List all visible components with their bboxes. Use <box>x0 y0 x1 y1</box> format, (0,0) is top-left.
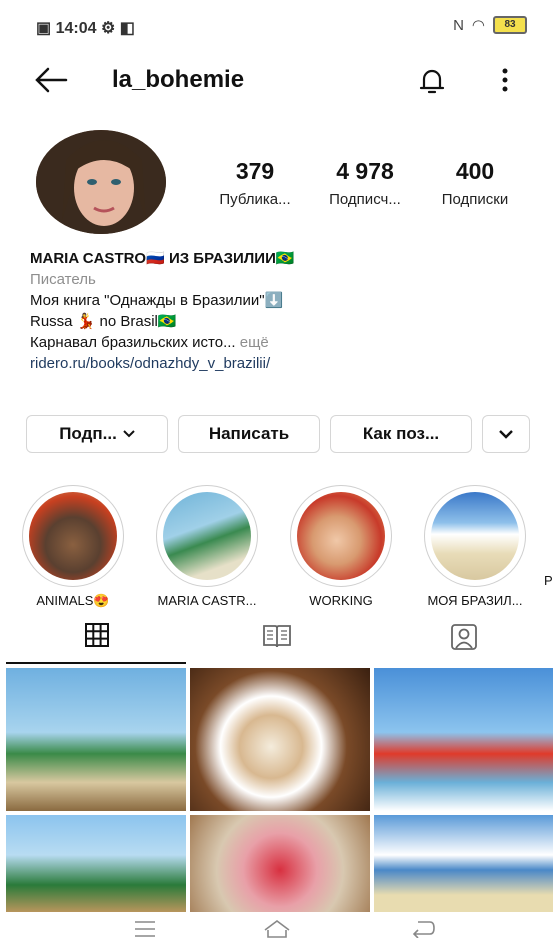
post-thumbnail[interactable] <box>6 668 186 811</box>
screenshot-icon: ▣ <box>36 20 52 37</box>
arrow-left-icon <box>35 67 68 93</box>
post-thumbnail[interactable] <box>190 815 370 915</box>
message-button[interactable]: Написать <box>178 415 320 453</box>
grid-icon <box>85 623 109 647</box>
system-nav-bar <box>0 912 553 946</box>
profile-username: la_bohemie <box>112 66 245 93</box>
highlight-item[interactable]: WORKING <box>286 485 396 608</box>
profile-category: Писатель <box>30 271 96 288</box>
highlight-cover <box>297 492 385 580</box>
person-tag-icon <box>451 624 477 650</box>
back-button[interactable] <box>34 66 68 99</box>
highlight-cover <box>163 492 251 580</box>
chevron-down-icon <box>123 430 135 438</box>
tab-tagged[interactable] <box>449 622 479 652</box>
bio-line: Russa 💃 no Brasil🇧🇷 <box>30 313 177 330</box>
home-icon[interactable] <box>262 918 292 940</box>
battery-icon: 83 <box>493 16 527 34</box>
highlight-item[interactable]: ANIMALS😍 <box>18 485 128 609</box>
following-stat[interactable]: 400 Подписки <box>420 158 530 208</box>
posts-stat[interactable]: 379 Публика... <box>200 158 310 208</box>
contact-button[interactable]: Как поз... <box>330 415 472 453</box>
status-bar: ▣ 14:04 ⚙ ◧ N ◠ 83 <box>0 0 553 56</box>
notifications-button[interactable] <box>415 64 449 103</box>
post-thumbnail[interactable] <box>374 815 553 915</box>
back-nav-icon[interactable] <box>410 918 436 938</box>
following-button[interactable]: Подп... <box>26 415 168 453</box>
bell-icon <box>419 69 445 94</box>
profile-avatar[interactable] <box>36 130 166 234</box>
highlight-cover <box>29 492 117 580</box>
nfc-icon: N <box>453 16 464 34</box>
book-icon <box>263 625 291 648</box>
bio-website-link[interactable]: ridero.ru/books/odnazhdy_v_brazilii/ <box>30 353 530 374</box>
menu-icon[interactable] <box>133 920 157 938</box>
highlight-cover <box>431 492 519 580</box>
post-thumbnail[interactable] <box>190 668 370 811</box>
suggested-accounts-button[interactable] <box>482 415 530 453</box>
highlight-item[interactable]: MARIA CASTR... <box>152 485 262 608</box>
wifi-icon: ◠ <box>471 17 485 34</box>
chevron-down-icon <box>499 430 513 439</box>
followers-stat[interactable]: 4 978 Подписч... <box>310 158 420 208</box>
tab-posts-grid[interactable] <box>84 622 114 652</box>
tab-guides[interactable] <box>262 622 292 652</box>
profile-name: MARIA CASTRO🇷🇺 ИЗ БРАЗИЛИИ🇧🇷 <box>30 250 295 267</box>
status-icons: N ◠ 83 <box>453 16 527 34</box>
more-vertical-icon <box>502 68 508 92</box>
highlight-item[interactable]: МОЯ БРАЗИЛ... <box>420 485 530 608</box>
active-tab-indicator <box>6 662 186 664</box>
bio-line: Карнавал бразильских исто... ещё <box>30 334 269 351</box>
profile-bio: MARIA CASTRO🇷🇺 ИЗ БРАЗИЛИИ🇧🇷 Писатель Мо… <box>30 248 530 374</box>
status-time: ▣ 14:04 ⚙ ◧ <box>36 20 135 37</box>
more-options-button[interactable] <box>498 66 512 101</box>
bio-line: Моя книга "Однажды в Бразилии"⬇️ <box>30 292 284 309</box>
post-thumbnail[interactable] <box>6 815 186 915</box>
avatar-photo <box>36 130 166 234</box>
highlight-item-partial[interactable]: Р <box>544 573 553 588</box>
app-icon: ⚙ ◧ <box>100 20 135 37</box>
bio-more-link[interactable]: ещё <box>236 334 269 351</box>
post-thumbnail[interactable] <box>374 668 553 811</box>
